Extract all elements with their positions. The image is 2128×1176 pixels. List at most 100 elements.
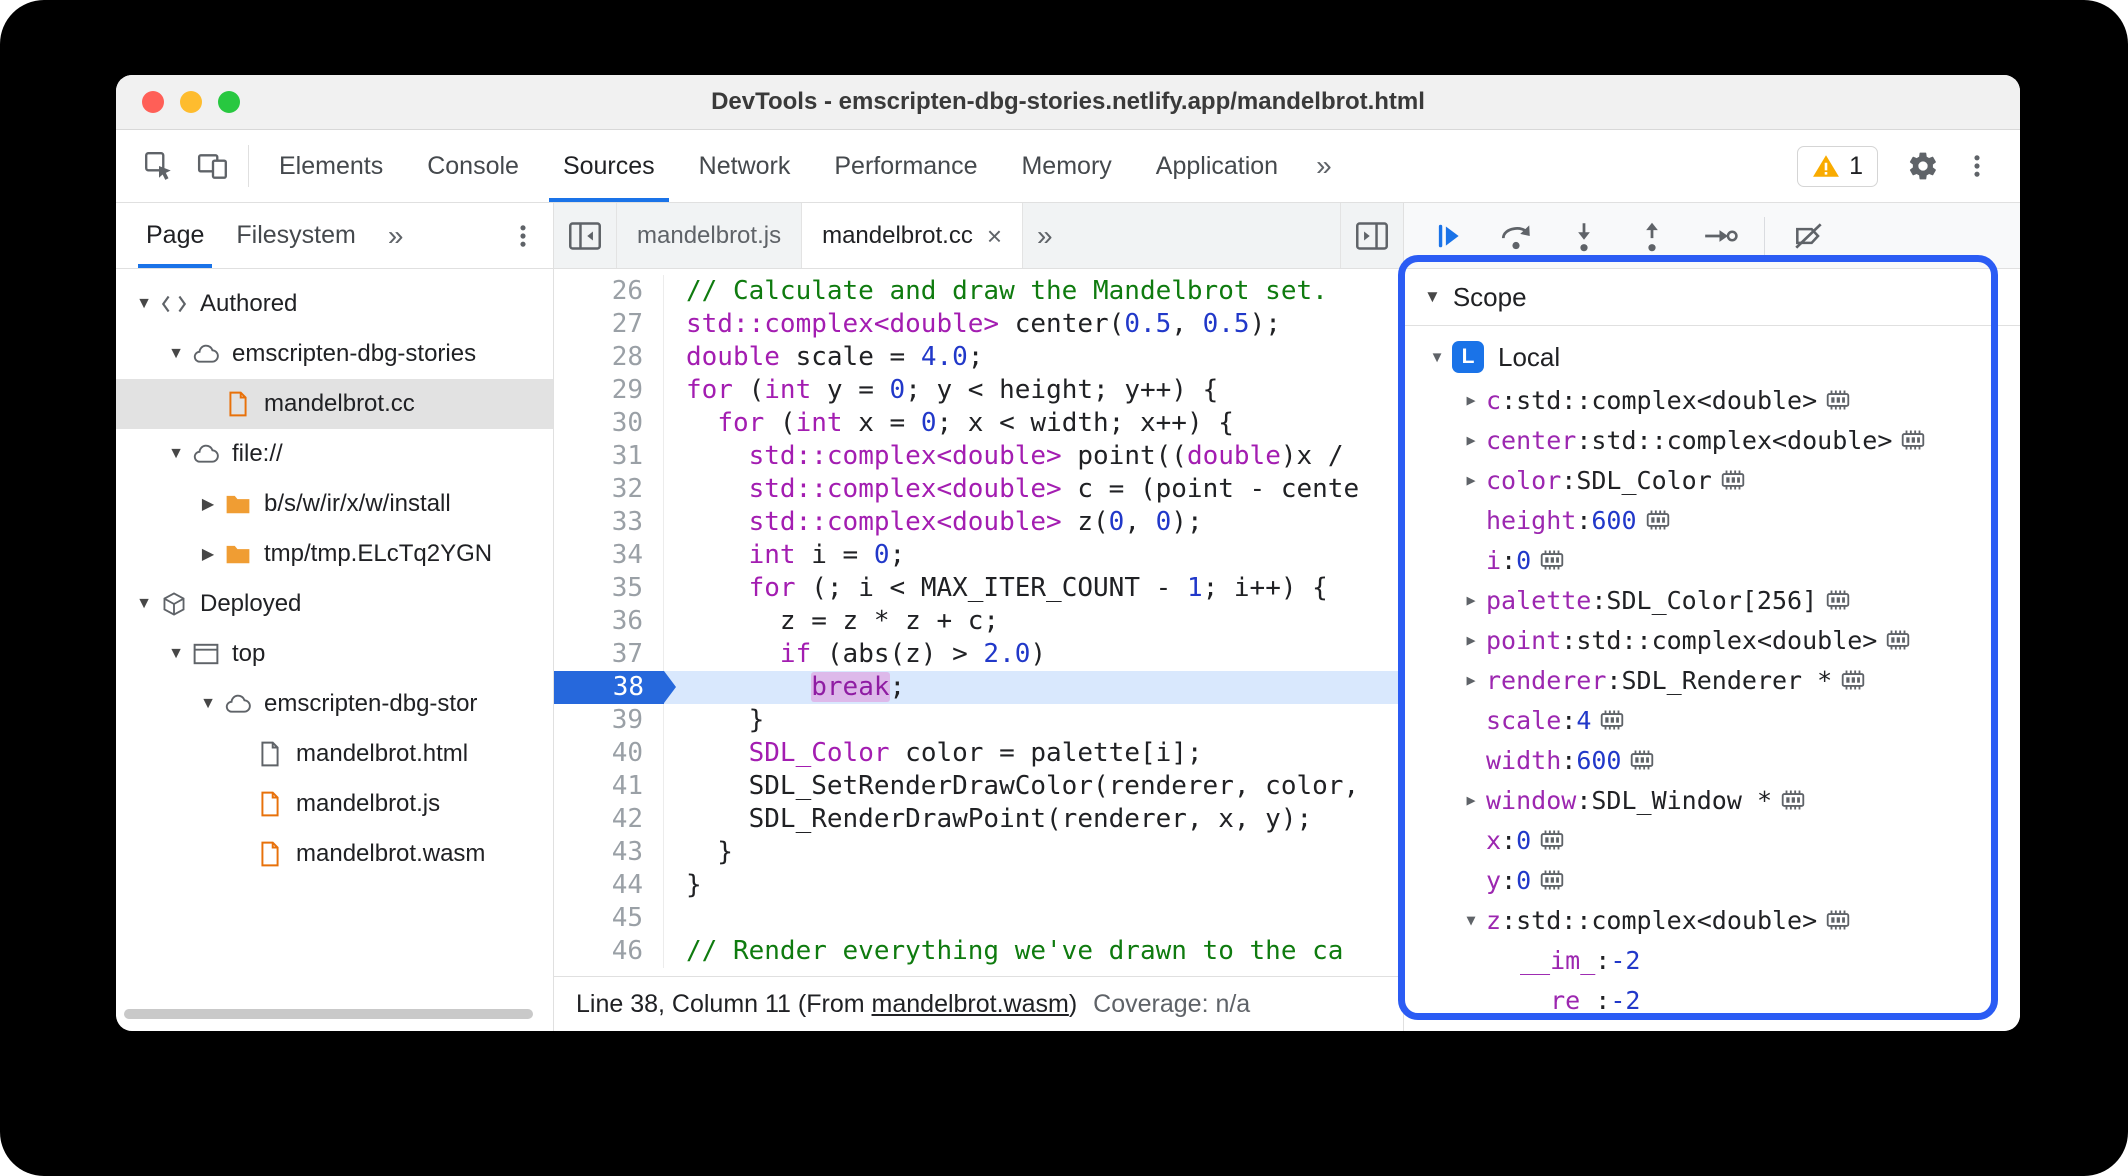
code-line-text[interactable]: std::complex<double> point((double)x /	[664, 440, 1403, 473]
line-number[interactable]: 37	[554, 638, 664, 671]
step-over-button[interactable]	[1492, 212, 1540, 260]
tree-item-mandelbrot-cc[interactable]: mandelbrot.cc	[116, 379, 553, 429]
line-number[interactable]: 30	[554, 407, 664, 440]
line-number[interactable]: 46	[554, 935, 664, 968]
tree-item-deployed[interactable]: ▼ Deployed	[116, 579, 553, 629]
navigator-tab-filesystem[interactable]: Filesystem	[220, 203, 371, 268]
navigator-tab-page[interactable]: Page	[130, 203, 220, 268]
code-line-text[interactable]: for (int x = 0; x < width; x++) {	[664, 407, 1403, 440]
resume-button[interactable]	[1424, 212, 1472, 260]
settings-button[interactable]	[1896, 139, 1950, 193]
tree-item-emscripten-dbg-stories[interactable]: ▼ emscripten-dbg-stories	[116, 329, 553, 379]
tab-performance[interactable]: Performance	[812, 130, 999, 202]
line-number[interactable]: 44	[554, 869, 664, 902]
line-number[interactable]: 33	[554, 506, 664, 539]
scope-variable-center[interactable]: ▶ center: std::complex<double>	[1404, 420, 2020, 460]
execution-line-number[interactable]: 38	[554, 671, 676, 704]
scope-variable-palette[interactable]: ▶ palette: SDL_Color[256]	[1404, 580, 2020, 620]
close-tab-icon[interactable]: ×	[987, 223, 1002, 249]
tab-console[interactable]: Console	[405, 130, 541, 202]
more-panels-button[interactable]: »	[1300, 150, 1348, 182]
code-line-text[interactable]	[664, 902, 1403, 935]
line-number[interactable]: 32	[554, 473, 664, 506]
scope-variable-scale[interactable]: scale: 4	[1404, 700, 2020, 740]
scope-variable-width[interactable]: width: 600	[1404, 740, 2020, 780]
code-line-text[interactable]: int i = 0;	[664, 539, 1403, 572]
scope-variable-x[interactable]: x: 0	[1404, 820, 2020, 860]
code-line-text[interactable]: std::complex<double> c = (point - cente	[664, 473, 1403, 506]
tree-item-mandelbrot-wasm[interactable]: mandelbrot.wasm	[116, 829, 553, 879]
code-line-text[interactable]: if (abs(z) > 2.0)	[664, 638, 1403, 671]
line-number[interactable]: 28	[554, 341, 664, 374]
code-line-text[interactable]: // Calculate and draw the Mandelbrot set…	[664, 275, 1403, 308]
scope-variable-y[interactable]: y: 0	[1404, 860, 2020, 900]
tree-item-top[interactable]: ▼ top	[116, 629, 553, 679]
tab-memory[interactable]: Memory	[999, 130, 1133, 202]
toggle-debugger-icon[interactable]	[1340, 203, 1403, 268]
scope-variable-im[interactable]: __im_: -2	[1404, 940, 2020, 980]
navigator-hscrollbar[interactable]	[124, 1009, 533, 1019]
code-line-text[interactable]: std::complex<double> z(0, 0);	[664, 506, 1403, 539]
code-line-text[interactable]: z = z * z + c;	[664, 605, 1403, 638]
editor-tab-mandelbrot-cc[interactable]: mandelbrot.cc ×	[802, 203, 1024, 268]
step-button[interactable]	[1696, 212, 1744, 260]
tree-item-b-s-w-ir-x-w-install[interactable]: ▶ b/s/w/ir/x/w/install	[116, 479, 553, 529]
code-line-text[interactable]: SDL_Color color = palette[i];	[664, 737, 1403, 770]
scope-variable-re[interactable]: __re_: -2	[1404, 980, 2020, 1020]
more-editor-tabs-button[interactable]: »	[1023, 203, 1067, 268]
line-number[interactable]: 41	[554, 770, 664, 803]
line-number[interactable]: 26	[554, 275, 664, 308]
code-line-text[interactable]: break;	[664, 671, 1403, 704]
code-line-text[interactable]: SDL_RenderDrawPoint(renderer, x, y);	[664, 803, 1403, 836]
device-toolbar-button[interactable]	[186, 139, 240, 193]
tab-sources[interactable]: Sources	[541, 130, 677, 202]
line-number[interactable]: 43	[554, 836, 664, 869]
tree-item-file[interactable]: ▼ file://	[116, 429, 553, 479]
line-number[interactable]: 29	[554, 374, 664, 407]
code-line-text[interactable]: SDL_SetRenderDrawColor(renderer, color,	[664, 770, 1403, 803]
line-number[interactable]: 34	[554, 539, 664, 572]
tree-item-mandelbrot-html[interactable]: mandelbrot.html	[116, 729, 553, 779]
scope-variable-color[interactable]: ▶ color: SDL_Color	[1404, 460, 2020, 500]
code-line-text[interactable]: }	[664, 869, 1403, 902]
scope-variable-renderer[interactable]: ▶ renderer: SDL_Renderer *	[1404, 660, 2020, 700]
minimize-window-button[interactable]	[180, 91, 202, 113]
line-number[interactable]: 27	[554, 308, 664, 341]
issues-badge[interactable]: 1	[1797, 145, 1878, 187]
line-number[interactable]: 42	[554, 803, 664, 836]
line-number[interactable]: 39	[554, 704, 664, 737]
scope-variable-height[interactable]: height: 600	[1404, 500, 2020, 540]
line-number[interactable]: 40	[554, 737, 664, 770]
scope-variable-i[interactable]: i: 0	[1404, 540, 2020, 580]
code-line-text[interactable]: // Render everything we've drawn to the …	[664, 935, 1403, 968]
line-number[interactable]: 36	[554, 605, 664, 638]
code-line-text[interactable]: for (int y = 0; y < height; y++) {	[664, 374, 1403, 407]
scope-section-header[interactable]: ▼ Scope	[1404, 269, 2020, 326]
more-navigator-tabs-button[interactable]: »	[372, 220, 420, 252]
tab-elements[interactable]: Elements	[257, 130, 405, 202]
step-out-button[interactable]	[1628, 212, 1676, 260]
toggle-navigator-icon[interactable]	[554, 203, 617, 268]
navigator-menu-button[interactable]	[501, 214, 545, 258]
code-line-text[interactable]: }	[664, 836, 1403, 869]
tab-application[interactable]: Application	[1134, 130, 1300, 202]
scope-variable-window[interactable]: ▶ window: SDL_Window *	[1404, 780, 2020, 820]
tree-item-tmp-tmp-elctq2ygn[interactable]: ▶ tmp/tmp.ELcTq2YGN	[116, 529, 553, 579]
line-number[interactable]: 35	[554, 572, 664, 605]
editor-tab-mandelbrot-js[interactable]: mandelbrot.js	[617, 203, 803, 268]
tab-network[interactable]: Network	[677, 130, 813, 202]
zoom-window-button[interactable]	[218, 91, 240, 113]
menu-button[interactable]	[1950, 139, 2004, 193]
code-line-text[interactable]: std::complex<double> center(0.5, 0.5);	[664, 308, 1403, 341]
step-into-button[interactable]	[1560, 212, 1608, 260]
scope-local-row[interactable]: ▼ L Local	[1404, 334, 2020, 380]
code-line-text[interactable]: for (; i < MAX_ITER_COUNT - 1; i++) {	[664, 572, 1403, 605]
scope-variable-c[interactable]: ▶ c: std::complex<double>	[1404, 380, 2020, 420]
code-line-text[interactable]: double scale = 4.0;	[664, 341, 1403, 374]
inspect-button[interactable]	[132, 139, 186, 193]
deactivate-breakpoints-button[interactable]	[1785, 212, 1833, 260]
tree-item-mandelbrot-js[interactable]: mandelbrot.js	[116, 779, 553, 829]
line-number[interactable]: 31	[554, 440, 664, 473]
tree-item-authored[interactable]: ▼ Authored	[116, 279, 553, 329]
code-line-text[interactable]: }	[664, 704, 1403, 737]
